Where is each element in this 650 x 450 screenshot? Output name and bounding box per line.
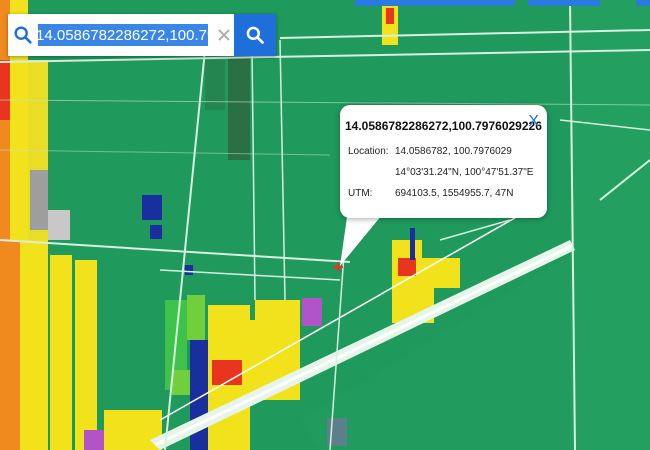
location-label: Location: bbox=[348, 146, 389, 157]
top-toolbar-edge[interactable] bbox=[528, 0, 600, 6]
search-icon bbox=[246, 26, 264, 44]
search-icon bbox=[14, 26, 32, 44]
search-field[interactable] bbox=[8, 14, 214, 56]
map-canvas[interactable] bbox=[0, 0, 650, 450]
search-button[interactable] bbox=[234, 14, 276, 56]
search-input[interactable] bbox=[36, 26, 214, 44]
location-dms: 14°03'31.24"N, 100°47'51.37"E bbox=[395, 167, 534, 178]
utm-label: UTM: bbox=[348, 188, 373, 199]
location-popup: 14.0586782286272,100.7976029226 X Locati… bbox=[340, 105, 547, 218]
top-toolbar-edge[interactable] bbox=[636, 0, 650, 6]
close-icon[interactable] bbox=[214, 14, 235, 56]
zoning-map[interactable] bbox=[0, 0, 650, 450]
location-decimal: 14.0586782, 100.7976029 bbox=[395, 146, 512, 157]
location-marker-icon[interactable] bbox=[331, 260, 345, 274]
clear-x-glyph bbox=[218, 29, 230, 41]
popup-tail bbox=[340, 210, 386, 266]
utm-value: 694103.5, 1554955.7, 47N bbox=[395, 188, 514, 199]
search-bar bbox=[8, 14, 276, 56]
top-toolbar-edge[interactable] bbox=[355, 0, 515, 6]
close-icon[interactable]: X bbox=[528, 113, 539, 131]
popup-title: 14.0586782286272,100.7976029226 bbox=[345, 119, 542, 133]
